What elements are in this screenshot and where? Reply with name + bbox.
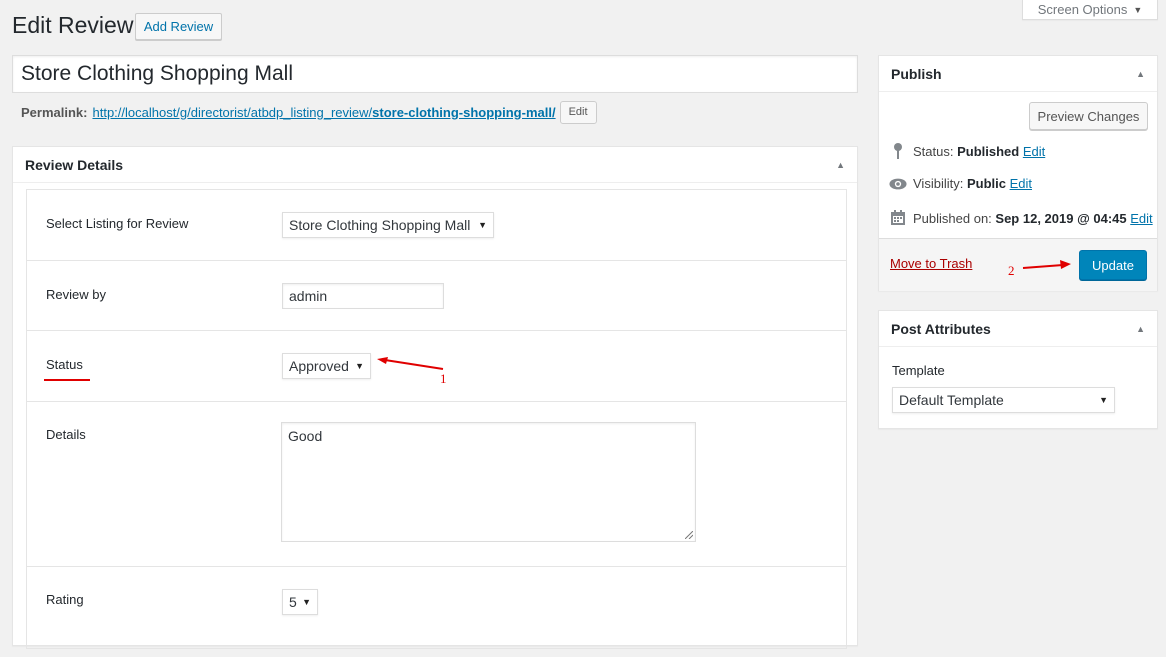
published-on-label: Published on: xyxy=(913,210,992,226)
rating-row: Rating 5 ▼ xyxy=(27,567,846,657)
move-to-trash-link[interactable]: Move to Trash xyxy=(890,256,972,271)
status-underline-annotation xyxy=(44,379,90,381)
permalink-slug: store-clothing-shopping-mall/ xyxy=(372,104,556,120)
add-review-button[interactable]: Add Review xyxy=(135,13,222,40)
details-label: Details xyxy=(46,427,86,442)
template-label: Template xyxy=(892,363,945,378)
permalink-link[interactable]: http://localhost/g/directorist/atbdp_lis… xyxy=(92,105,555,120)
collapse-toggle-icon[interactable]: ▲ xyxy=(836,160,845,170)
visibility-label: Visibility: xyxy=(913,176,964,191)
review-details-title: Review Details xyxy=(25,156,124,173)
permalink-edit-button[interactable]: Edit xyxy=(559,100,597,124)
annotation-arrow-1 xyxy=(377,357,444,370)
screen-options-button[interactable]: Screen Options ▼ xyxy=(1022,0,1158,20)
publishing-actions: Move to Trash 2 Update xyxy=(879,238,1157,291)
rating-label: Rating xyxy=(46,592,84,607)
collapse-toggle-icon[interactable]: ▲ xyxy=(1136,324,1145,334)
pin-icon xyxy=(889,142,907,160)
post-attributes-title: Post Attributes xyxy=(891,320,991,337)
status-edit-link[interactable]: Edit xyxy=(1023,144,1045,159)
published-on-edit-link[interactable]: Edit xyxy=(1130,211,1152,226)
post-attributes-box: Post Attributes ▲ Template Default Templ… xyxy=(878,310,1158,429)
dropdown-arrow-icon: ▼ xyxy=(478,220,487,230)
permalink-label: Permalink: xyxy=(21,104,88,120)
dropdown-arrow-icon: ▼ xyxy=(302,597,311,607)
collapse-toggle-icon[interactable]: ▲ xyxy=(1136,69,1145,79)
caret-down-icon: ▼ xyxy=(1133,4,1143,15)
status-select[interactable]: Approved ▼ xyxy=(282,353,371,379)
eye-icon xyxy=(889,177,907,191)
preview-changes-button[interactable]: Preview Changes xyxy=(1029,102,1148,130)
listing-row: Select Listing for Review Store Clothing… xyxy=(27,190,846,261)
status-label: Status xyxy=(46,357,83,372)
update-button[interactable]: Update xyxy=(1079,250,1147,280)
published-on-misc-row: Published on: Sep 12, 2019 @ 04:45 Edit xyxy=(889,210,1153,226)
details-row: Details Good xyxy=(27,402,846,567)
annotation-arrow-2 xyxy=(1022,260,1071,269)
template-select[interactable]: Default Template ▼ xyxy=(892,387,1115,413)
publish-header[interactable]: Publish ▲ xyxy=(879,56,1157,92)
post-title-input[interactable]: Store Clothing Shopping Mall xyxy=(12,55,858,93)
resize-grip-icon[interactable] xyxy=(685,531,693,539)
review-by-input[interactable]: admin xyxy=(282,283,444,309)
review-by-label: Review by xyxy=(46,287,106,302)
visibility-edit-link[interactable]: Edit xyxy=(1010,176,1032,191)
status-row: Status Approved ▼ 1 xyxy=(27,331,846,402)
listing-label: Select Listing for Review xyxy=(46,216,189,231)
status-misc-row: Status: Published Edit xyxy=(889,142,1045,160)
publish-status-label: Status: xyxy=(913,143,954,159)
dropdown-arrow-icon: ▼ xyxy=(1099,395,1108,405)
listing-select[interactable]: Store Clothing Shopping Mall ▼ xyxy=(282,212,494,238)
details-textarea[interactable]: Good xyxy=(281,422,696,542)
publish-title: Publish xyxy=(891,65,942,82)
visibility-value: Public xyxy=(966,176,1006,191)
permalink-row: Permalink: http://localhost/g/directoris… xyxy=(21,100,597,124)
published-on-value: Sep 12, 2019 @ 04:45 xyxy=(995,210,1127,226)
review-details-header[interactable]: Review Details ▲ xyxy=(13,147,857,183)
page-title: Edit Review xyxy=(12,12,134,38)
review-details-box: Review Details ▲ Select Listing for Revi… xyxy=(12,146,858,649)
permalink-base: http://localhost/g/directorist/atbdp_lis… xyxy=(92,104,373,120)
post-attributes-header[interactable]: Post Attributes ▲ xyxy=(879,311,1157,347)
publish-status-value: Published xyxy=(957,143,1020,159)
listing-select-value: Store Clothing Shopping Mall xyxy=(289,217,471,233)
dropdown-arrow-icon: ▼ xyxy=(355,361,364,371)
rating-select[interactable]: 5 ▼ xyxy=(282,589,318,615)
details-text: Good xyxy=(288,428,323,444)
annotation-number-1: 1 xyxy=(440,371,447,386)
review-by-row: Review by admin xyxy=(27,261,846,331)
review-details-table: Select Listing for Review Store Clothing… xyxy=(26,189,847,649)
rating-select-value: 5 xyxy=(289,594,297,610)
template-select-value: Default Template xyxy=(899,392,1004,408)
screen-options-label: Screen Options xyxy=(1037,2,1128,17)
annotation-number-2: 2 xyxy=(1008,263,1015,278)
status-select-value: Approved xyxy=(289,358,349,374)
publish-box: Publish ▲ Preview Changes Status: Publis… xyxy=(878,55,1158,291)
visibility-misc-row: Visibility: Public Edit xyxy=(889,176,1032,191)
calendar-icon xyxy=(889,210,907,226)
